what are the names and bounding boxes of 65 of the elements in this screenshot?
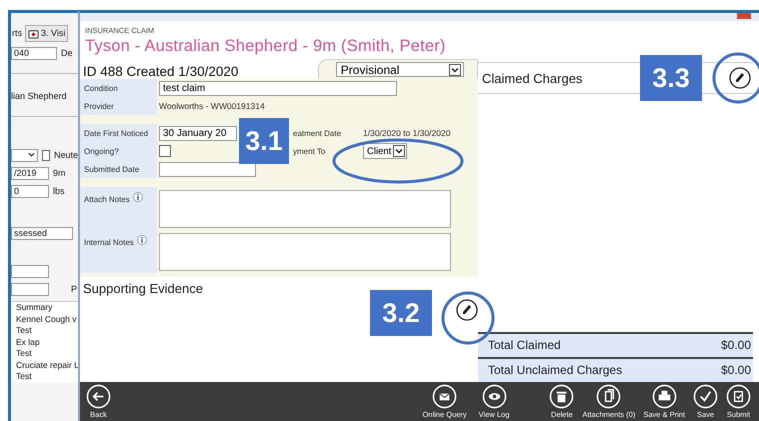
medical-bag-icon xyxy=(28,28,39,38)
field-label: De xyxy=(61,48,73,58)
date-field[interactable]: 30 January 20 xyxy=(159,126,237,140)
checkmark-icon xyxy=(693,384,718,409)
field-label: eatment Date xyxy=(293,128,342,140)
field-label: P xyxy=(71,284,78,294)
field-label: yment To xyxy=(293,146,326,158)
unit-text: lbs xyxy=(53,186,65,196)
claim-id-text: ID 488 Created 1/30/2020 xyxy=(83,64,240,79)
section-heading: Claimed Charges xyxy=(482,70,582,86)
text-field[interactable] xyxy=(11,282,49,296)
pencil-icon[interactable] xyxy=(729,67,751,89)
provider-text: Woolworths - WW00191314 xyxy=(159,101,265,111)
chevron-down-icon xyxy=(393,145,406,157)
tab[interactable]: 3. Visi xyxy=(25,24,68,42)
callout-label: 3.2 xyxy=(370,290,432,336)
age-text: 9m xyxy=(53,168,66,178)
field-label: Date First Noticed xyxy=(80,124,157,142)
document-icon xyxy=(596,384,622,409)
weight-field[interactable]: 0 xyxy=(11,184,49,198)
history-item[interactable]: Test xyxy=(16,325,78,336)
total-label: Total Unclaimed Charges xyxy=(488,363,622,377)
field-label: Submitted Date xyxy=(80,160,157,178)
status-dropdown[interactable]: Provisional xyxy=(336,62,464,77)
history-item[interactable]: Summary xyxy=(16,302,78,314)
field-label: Attach Notes xyxy=(84,195,130,204)
history-item[interactable]: Kennel Cough v xyxy=(16,314,78,325)
notes-field[interactable] xyxy=(159,232,451,270)
total-amount: $0.00 xyxy=(720,338,751,352)
trash-icon xyxy=(549,384,574,409)
info-icon[interactable] xyxy=(136,235,147,245)
pencil-icon[interactable] xyxy=(456,299,478,321)
total-label: Total Claimed xyxy=(488,338,561,352)
date-field[interactable] xyxy=(159,162,256,176)
field-label: Provider xyxy=(80,97,157,115)
date-range-text: 1/30/2020 to 1/30/2020 xyxy=(363,128,450,138)
dropdown[interactable] xyxy=(11,148,38,162)
condition-field[interactable]: test claim xyxy=(159,80,397,96)
field-label: Ongoing? xyxy=(80,142,157,160)
chevron-down-icon xyxy=(28,152,35,158)
breed-text: lian Shepherd xyxy=(11,91,67,101)
info-icon[interactable] xyxy=(132,192,143,202)
notes-field[interactable] xyxy=(159,190,451,228)
callout-label: 3.3 xyxy=(640,55,702,101)
field-label: Condition xyxy=(80,79,157,97)
history-item[interactable]: Ex lap xyxy=(16,336,78,348)
printer-icon xyxy=(652,384,677,409)
checkbox-label: Neute xyxy=(54,150,78,160)
document-check-icon xyxy=(726,384,751,409)
checkbox[interactable] xyxy=(42,150,50,160)
chevron-down-icon xyxy=(448,64,461,76)
payment-dropdown[interactable]: Client xyxy=(363,143,408,159)
date-field[interactable]: /2019 xyxy=(11,166,49,180)
callout-label: 3.1 xyxy=(239,118,289,164)
status-field[interactable]: ssessed xyxy=(11,226,73,240)
total-amount: $0.00 xyxy=(720,363,751,377)
section-heading: Supporting Evidence xyxy=(83,281,204,296)
patient-title: Tyson - Australian Shepherd - 9m (Smith, Peter) xyxy=(85,37,447,56)
tab[interactable]: rts xyxy=(11,26,23,40)
field-label: Internal Notes xyxy=(84,238,134,247)
history-item[interactable]: Test xyxy=(16,371,78,382)
text-field[interactable] xyxy=(11,264,49,278)
history-item[interactable]: Test xyxy=(16,348,78,360)
checkbox[interactable] xyxy=(159,145,171,157)
text-field[interactable]: 040 xyxy=(11,46,57,60)
